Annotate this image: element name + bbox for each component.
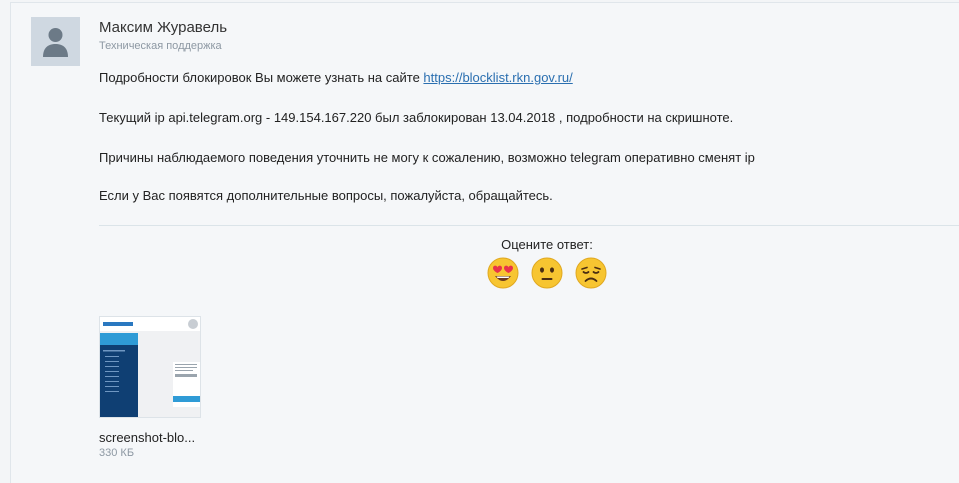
message-paragraph-4: Если у Вас появятся дополнительные вопро… [99,188,553,203]
message-paragraph-3: Причины наблюдаемого поведения уточнить … [99,150,755,165]
attachment-thumbnail[interactable] [99,316,201,418]
author-name: Максим Журавель [99,19,228,36]
neutral-face-emoji-icon[interactable] [531,257,563,289]
paragraph-text: Подробности блокировок Вы можете узнать … [99,70,424,85]
blocklist-link[interactable]: https://blocklist.rkn.gov.ru/ [423,70,572,85]
attachment-filename[interactable]: screenshot-blo... [99,430,195,445]
message-paragraph-1: Подробности блокировок Вы можете узнать … [99,70,573,85]
rating-label: Оцените ответ: [501,237,593,252]
divider [99,225,959,226]
sad-face-emoji-icon[interactable] [575,257,607,289]
avatar [31,17,80,66]
user-silhouette-icon [31,17,80,66]
attachment-size: 330 КБ [99,447,135,459]
message-paragraph-2: Текущий ip api.telegram.org - 149.154.16… [99,110,734,125]
author-role: Техническая поддержка [99,40,222,52]
screenshot-thumbnail-icon [100,317,200,417]
heart-eyes-emoji-icon[interactable] [487,257,519,289]
